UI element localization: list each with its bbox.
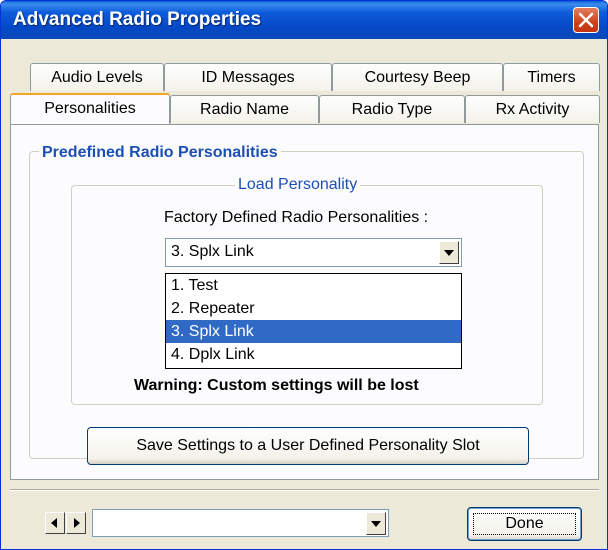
scroll-right-button[interactable] [66,512,86,534]
bottom-select[interactable] [92,509,389,537]
tab-radio-type[interactable]: Radio Type [319,95,465,123]
load-personality-title: Load Personality [235,176,361,194]
tab-timers[interactable]: Timers [503,63,600,91]
arrow-right-icon [74,518,80,528]
dropdown-option-dplx-link[interactable]: 4. Dplx Link [166,343,461,366]
done-button[interactable]: Done [467,507,582,541]
tab-audio-levels[interactable]: Audio Levels [30,63,164,91]
dropdown-option-repeater[interactable]: 2. Repeater [166,297,461,320]
window-title: Advanced Radio Properties [13,9,262,30]
personality-select[interactable]: 3. Splx Link [165,238,462,267]
advanced-radio-properties-window: Advanced Radio Properties Audio Levels I… [0,0,608,550]
chevron-down-icon [371,521,381,527]
tab-radio-name[interactable]: Radio Name [170,95,319,123]
tab-id-messages[interactable]: ID Messages [164,63,332,91]
tab-rx-activity[interactable]: Rx Activity [465,95,600,123]
personality-dropdown-list: 1. Test 2. Repeater 3. Splx Link 4. Dplx… [165,273,462,369]
factory-personalities-label: Factory Defined Radio Personalities : [164,209,429,226]
arrow-left-icon [51,518,57,528]
tab-personalities[interactable]: Personalities [10,93,170,124]
save-settings-button[interactable]: Save Settings to a User Defined Personal… [87,427,529,465]
close-button[interactable] [573,7,599,33]
dropdown-option-splx-link[interactable]: 3. Splx Link [166,320,461,343]
dropdown-option-test[interactable]: 1. Test [166,274,461,297]
personality-dropdown-button[interactable] [439,241,459,264]
personality-select-value: 3. Splx Link [171,243,254,260]
bottom-dropdown-button[interactable] [366,512,386,535]
predefined-personalities-title: Predefined Radio Personalities [39,144,281,162]
close-icon [578,12,594,28]
focus-rectangle [473,513,576,535]
scroll-left-button[interactable] [45,512,65,534]
tab-courtesy-beep[interactable]: Courtesy Beep [332,63,503,91]
chevron-down-icon [444,250,454,256]
title-bar[interactable]: Advanced Radio Properties [1,1,607,39]
warning-text: Warning: Custom settings will be lost [134,377,419,394]
separator [10,489,599,491]
